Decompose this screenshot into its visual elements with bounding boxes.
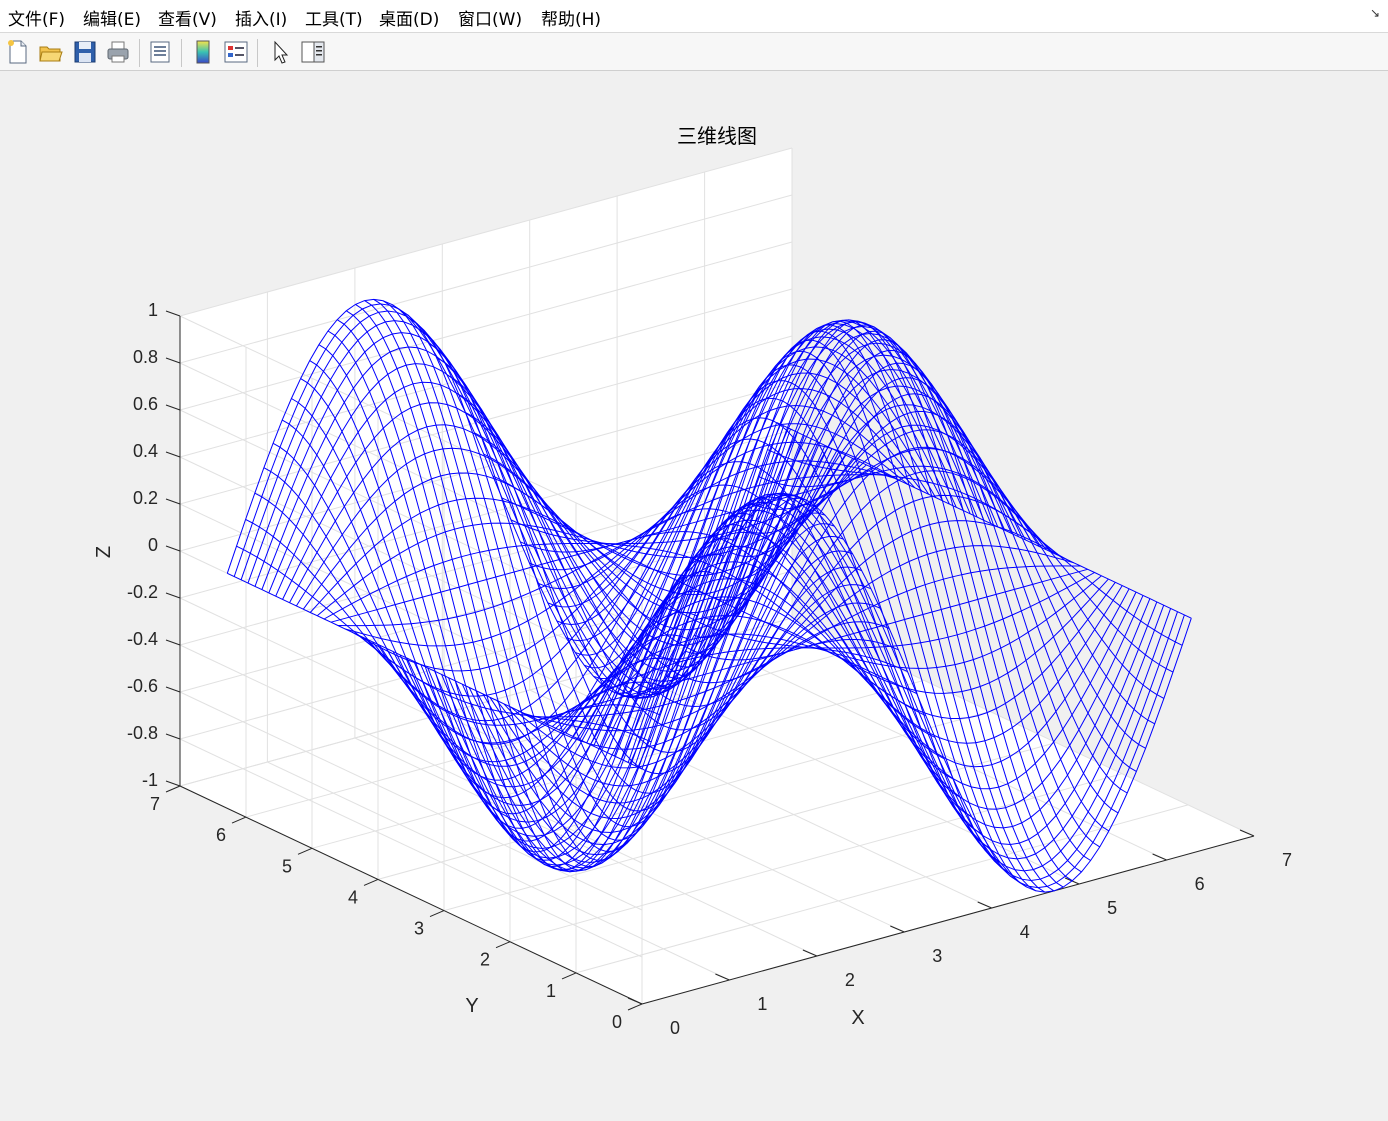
toolbar-separator xyxy=(139,39,140,67)
y-tick-label: 1 xyxy=(546,981,556,1001)
y-tick-label: 2 xyxy=(480,950,490,970)
y-tick xyxy=(297,847,313,855)
z-tick xyxy=(165,404,181,411)
menu-tools[interactable]: 工具(T) xyxy=(305,5,363,30)
toolbar-separator xyxy=(257,39,258,67)
z-tick xyxy=(165,686,181,693)
z-tick-label: 0.6 xyxy=(133,394,158,414)
select-arrow-icon[interactable] xyxy=(267,39,293,65)
colorbar-icon[interactable] xyxy=(190,39,216,65)
z-tick xyxy=(165,780,181,787)
z-tick xyxy=(165,592,181,599)
y-tick xyxy=(363,878,379,886)
y-tick xyxy=(561,972,577,980)
chart-title: 三维线图 xyxy=(677,125,757,148)
z-tick xyxy=(165,639,181,646)
x-axis-label: X xyxy=(851,1007,864,1029)
x-tick-label: 2 xyxy=(845,970,855,990)
y-tick-label: 0 xyxy=(612,1012,622,1032)
z-tick xyxy=(165,451,181,458)
y-tick xyxy=(429,910,445,918)
z-axis-label: Z xyxy=(93,546,115,558)
z-tick-label: -0.4 xyxy=(127,629,158,649)
dock-arrow-icon[interactable]: ↘ xyxy=(1370,6,1380,20)
x-tick-label: 1 xyxy=(757,994,767,1014)
plot-svg[interactable]: 0 1 2 3 4 5 6 7 0 1 2 3 4 5 6 7 -1 -0.8 -0.6 -0.4 -0.2 0 0.2 0.… xyxy=(0,72,1388,1117)
property-editor-icon[interactable] xyxy=(300,39,326,65)
z-tick xyxy=(165,545,181,552)
menu-help[interactable]: 帮助(H) xyxy=(541,5,601,30)
y-tick-label: 5 xyxy=(282,856,292,876)
legend-icon[interactable] xyxy=(223,39,249,65)
tool-bar xyxy=(0,33,1388,71)
y-tick xyxy=(231,816,247,824)
x-tick-label: 0 xyxy=(670,1018,680,1038)
y-tick-label: 7 xyxy=(150,794,160,814)
menu-window[interactable]: 窗口(W) xyxy=(458,5,522,30)
toolbar-separator xyxy=(181,39,182,67)
z-tick-label: 1 xyxy=(148,300,158,320)
y-tick xyxy=(165,785,181,793)
x-tick-label: 6 xyxy=(1195,874,1205,894)
menu-file[interactable]: 文件(F) xyxy=(8,5,65,30)
menu-desktop[interactable]: 桌面(D) xyxy=(379,5,439,30)
z-tick-label: -0.8 xyxy=(127,723,158,743)
y-tick-label: 3 xyxy=(414,919,424,939)
z-tick-label: -0.6 xyxy=(127,676,158,696)
menu-insert[interactable]: 插入(I) xyxy=(235,5,287,30)
z-tick-label: 0.8 xyxy=(133,347,158,367)
z-tick-label: -1 xyxy=(142,770,158,790)
y-tick-label: 6 xyxy=(216,825,226,845)
menu-edit[interactable]: 编辑(E) xyxy=(83,5,141,30)
y-axis-label: Y xyxy=(465,995,478,1017)
z-tick xyxy=(165,498,181,505)
x-tick-label: 5 xyxy=(1107,898,1117,918)
z-tick xyxy=(165,357,181,364)
z-tick-label: -0.2 xyxy=(127,582,158,602)
figure-area: 0 1 2 3 4 5 6 7 0 1 2 3 4 5 6 7 -1 -0.8 -0.6 -0.4 -0.2 0 0.2 0.… xyxy=(0,72,1388,1117)
z-tick-label: 0.2 xyxy=(133,488,158,508)
menu-view[interactable]: 查看(V) xyxy=(158,5,217,30)
z-tick xyxy=(165,733,181,740)
x-tick-label: 3 xyxy=(932,946,942,966)
z-tick-label: 0 xyxy=(148,535,158,555)
y-tick xyxy=(627,1003,643,1011)
x-tick-label: 7 xyxy=(1282,850,1292,870)
x-tick-label: 4 xyxy=(1020,922,1030,942)
new-figure-icon[interactable] xyxy=(5,39,31,65)
y-tick-label: 4 xyxy=(348,887,358,907)
open-file-icon[interactable] xyxy=(38,39,64,65)
y-tick xyxy=(495,941,511,949)
z-tick-label: 0.4 xyxy=(133,441,158,461)
print-icon[interactable] xyxy=(105,39,131,65)
print-preview-icon[interactable] xyxy=(147,39,173,65)
z-tick xyxy=(165,310,181,317)
menu-bar: 文件(F) 编辑(E) 查看(V) 插入(I) 工具(T) 桌面(D) 窗口(W… xyxy=(0,0,1388,33)
save-icon[interactable] xyxy=(72,39,98,65)
